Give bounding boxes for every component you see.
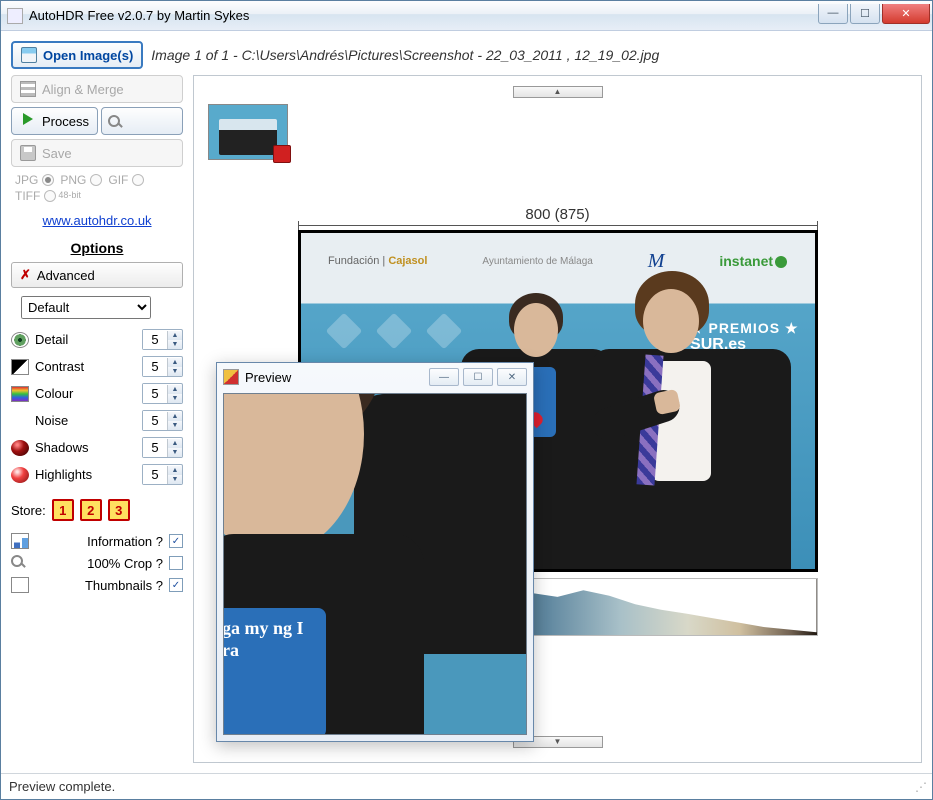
check-thumbnails: Thumbnails ? ✓ (11, 577, 183, 593)
process-button[interactable]: Process (11, 107, 98, 135)
store-label: Store: (11, 503, 46, 518)
unsaved-badge-icon (273, 145, 291, 163)
preview-app-icon (223, 369, 239, 385)
colour-icon (11, 386, 29, 402)
slider-highlights: Highlights ▲▼ (11, 464, 183, 485)
open-images-label: Open Image(s) (43, 48, 133, 63)
preview-window[interactable]: Preview — ☐ ✕ ISesinternet ga my ng I ra (216, 362, 534, 742)
save-label: Save (42, 146, 72, 161)
slider-colour: Colour ▲▼ (11, 383, 183, 404)
preset-select[interactable]: Default (21, 296, 151, 319)
contrast-spinner[interactable]: ▲▼ (142, 356, 183, 377)
spin-down[interactable]: ▼ (168, 421, 182, 430)
window-title: AutoHDR Free v2.0.7 by Martin Sykes (29, 8, 818, 23)
check-information: Information ? ✓ (11, 533, 183, 549)
format-gif[interactable]: GIF (108, 173, 144, 187)
dimension-ruler (298, 225, 818, 226)
chart-icon (11, 533, 29, 549)
spin-down[interactable]: ▼ (168, 340, 182, 349)
website-link[interactable]: www.autohdr.co.uk (11, 213, 183, 228)
thumb-scroll-up[interactable]: ▲ (513, 86, 603, 98)
x-icon: ✗ (20, 267, 31, 283)
spin-up[interactable]: ▲ (168, 412, 182, 421)
slider-shadows: Shadows ▲▼ (11, 437, 183, 458)
spin-down[interactable]: ▼ (168, 394, 182, 403)
maximize-button[interactable]: ☐ (850, 4, 880, 24)
store-slot-2[interactable]: 2 (80, 499, 102, 521)
align-icon (20, 81, 36, 97)
colour-spinner[interactable]: ▲▼ (142, 383, 183, 404)
radio-icon (44, 190, 56, 202)
save-button[interactable]: Save (11, 139, 183, 167)
titlebar: AutoHDR Free v2.0.7 by Martin Sykes — ☐ … (1, 1, 932, 31)
magnifier-icon (11, 555, 29, 571)
preview-maximize-button[interactable]: ☐ (463, 368, 493, 386)
status-text: Preview complete. (9, 779, 115, 794)
process-settings-button[interactable] (101, 107, 183, 135)
save-icon (20, 145, 36, 161)
spin-up[interactable]: ▲ (168, 385, 182, 394)
spin-up[interactable]: ▲ (168, 331, 182, 340)
format-png[interactable]: PNG (60, 173, 102, 187)
image-path-status: Image 1 of 1 - C:\Users\Andrés\Pictures\… (151, 47, 659, 63)
radio-icon (132, 174, 144, 186)
crop-checkbox[interactable] (169, 556, 183, 570)
align-merge-button[interactable]: Align & Merge (11, 75, 183, 103)
options-heading: Options (11, 240, 183, 256)
highlights-icon (11, 467, 29, 483)
preview-close-button[interactable]: ✕ (497, 368, 527, 386)
app-icon (7, 8, 23, 24)
process-arrow-icon (20, 113, 36, 129)
spin-up[interactable]: ▲ (168, 466, 182, 475)
preview-image[interactable]: ISesinternet ga my ng I ra (223, 393, 527, 735)
blank-icon (11, 577, 29, 593)
shadows-icon (11, 440, 29, 456)
preview-title: Preview (245, 370, 291, 385)
contrast-icon (11, 359, 29, 375)
process-label: Process (42, 114, 89, 129)
thumbnails-checkbox[interactable]: ✓ (169, 578, 183, 592)
format-group: JPG PNG GIF TIFF48-bit (11, 171, 183, 205)
check-crop: 100% Crop ? (11, 555, 183, 571)
advanced-button[interactable]: ✗ Advanced (11, 262, 183, 288)
spin-down[interactable]: ▼ (168, 367, 182, 376)
spin-up[interactable]: ▲ (168, 439, 182, 448)
close-button[interactable]: ✕ (882, 4, 930, 24)
preview-titlebar[interactable]: Preview — ☐ ✕ (217, 363, 533, 391)
information-checkbox[interactable]: ✓ (169, 534, 183, 548)
highlights-spinner[interactable]: ▲▼ (142, 464, 183, 485)
advanced-label: Advanced (37, 268, 95, 283)
store-slot-1[interactable]: 1 (52, 499, 74, 521)
format-jpg[interactable]: JPG (15, 173, 54, 187)
slider-detail: Detail ▲▼ (11, 329, 183, 350)
minimize-button[interactable]: — (818, 4, 848, 24)
spin-down[interactable]: ▼ (168, 448, 182, 457)
preview-minimize-button[interactable]: — (429, 368, 459, 386)
store-slot-3[interactable]: 3 (108, 499, 130, 521)
eye-icon (11, 332, 29, 348)
loupe-icon (108, 115, 120, 127)
detail-spinner[interactable]: ▲▼ (142, 329, 183, 350)
spin-up[interactable]: ▲ (168, 358, 182, 367)
align-merge-label: Align & Merge (42, 82, 124, 97)
noise-icon (11, 413, 29, 429)
spin-down[interactable]: ▼ (168, 475, 182, 484)
store-row: Store: 1 2 3 (11, 499, 183, 521)
preset-select-wrap: Default (21, 296, 183, 319)
resize-grip-icon[interactable]: ⋰ (915, 780, 924, 794)
format-tiff[interactable]: TIFF48-bit (15, 189, 81, 203)
statusbar: Preview complete. ⋰ (1, 773, 932, 799)
open-images-button[interactable]: Open Image(s) (11, 41, 143, 69)
sidebar: Align & Merge Process Save JPG (11, 75, 183, 763)
thumbnail-1[interactable] (208, 104, 288, 160)
person-right (591, 269, 791, 569)
slider-contrast: Contrast ▲▼ (11, 356, 183, 377)
radio-icon (90, 174, 102, 186)
slider-noise: Noise ▲▼ (11, 410, 183, 431)
open-icon (21, 47, 37, 63)
dimension-label: 800 (875) (525, 206, 589, 223)
radio-icon (42, 174, 54, 186)
shadows-spinner[interactable]: ▲▼ (142, 437, 183, 458)
noise-spinner[interactable]: ▲▼ (142, 410, 183, 431)
